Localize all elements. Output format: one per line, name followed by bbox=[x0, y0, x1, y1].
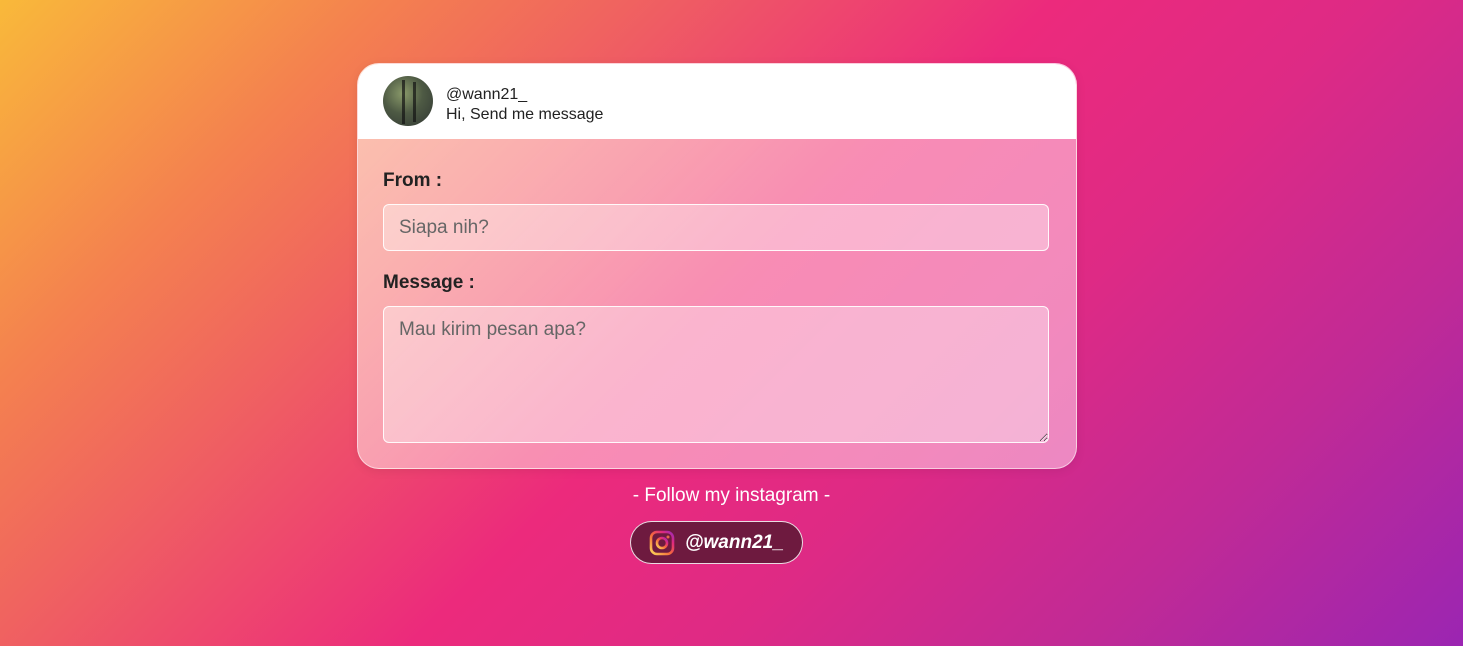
instagram-link-button[interactable]: @wann21_ bbox=[630, 521, 803, 564]
follow-instagram-text: - Follow my instagram - bbox=[632, 485, 831, 506]
profile-tagline: Hi, Send me message bbox=[446, 106, 604, 123]
avatar-detail bbox=[413, 82, 416, 122]
message-label: Message : bbox=[383, 272, 475, 293]
message-card: @wann21_ Hi, Send me message From : Mess… bbox=[357, 63, 1077, 469]
from-label: From : bbox=[383, 170, 443, 191]
card-header: @wann21_ Hi, Send me message bbox=[358, 64, 1076, 139]
instagram-icon bbox=[649, 530, 675, 556]
avatar-detail bbox=[402, 80, 405, 124]
profile-username: @wann21_ bbox=[446, 86, 528, 103]
instagram-handle: @wann21_ bbox=[685, 532, 784, 553]
from-input[interactable] bbox=[383, 204, 1049, 251]
message-textarea[interactable] bbox=[383, 306, 1049, 443]
avatar bbox=[383, 76, 433, 126]
